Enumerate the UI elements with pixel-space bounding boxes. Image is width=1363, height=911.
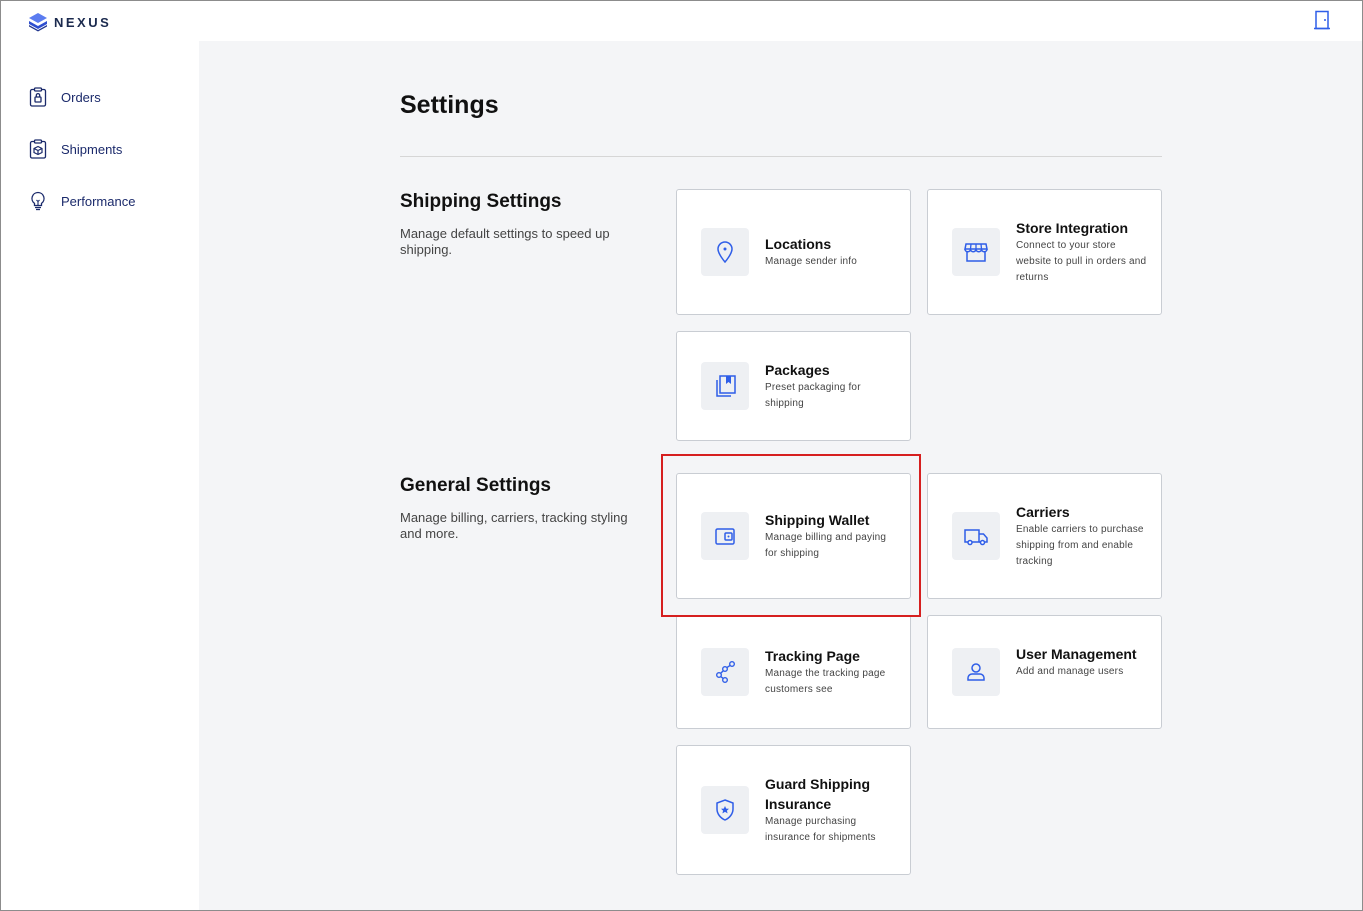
shipping-settings-description: Manage default settings to speed up ship…	[400, 226, 610, 257]
shipping-wallet-icon-box	[701, 512, 749, 560]
user-management-icon-box	[952, 648, 1000, 696]
general-settings-description: Manage billing, carriers, tracking styli…	[400, 510, 628, 541]
clipboard-lock-icon	[29, 87, 47, 107]
carriers-text: Carriers Enable carriers to purchase shi…	[1016, 502, 1151, 570]
store-integration-icon-box	[952, 228, 1000, 276]
card-title: Packages	[765, 362, 830, 378]
sidebar-item-label: Performance	[61, 193, 136, 209]
card-title: Store Integration	[1016, 220, 1129, 236]
card-description: Manage sender info	[765, 256, 857, 267]
card-description: Add and manage users	[1016, 666, 1124, 677]
shipping-settings-title: Shipping Settings	[400, 191, 562, 212]
general-settings-title: General Settings	[400, 475, 551, 496]
packages-text: Packages Preset packaging for shipping	[765, 360, 900, 412]
sidebar-item-orders[interactable]: Orders	[29, 87, 101, 107]
card-title: Tracking Page	[765, 648, 860, 664]
guard-shipping-insurance-icon-box	[701, 786, 749, 834]
storefront-icon	[964, 243, 988, 262]
card-title: Locations	[765, 236, 832, 252]
card-description: Connect to your store website to pull in…	[1016, 240, 1147, 283]
packages-icon	[716, 375, 736, 397]
door-exit-icon	[1314, 10, 1330, 30]
locations-icon-box	[701, 228, 749, 276]
tracking-page-card[interactable]: Tracking Page Manage the tracking page c…	[676, 615, 911, 729]
tracking-page-text: Tracking Page Manage the tracking page c…	[765, 646, 900, 698]
sidebar-item-label: Shipments	[61, 141, 123, 157]
page-title: Settings	[400, 91, 499, 119]
app-window: NEXUS Orders Shipments Performance Setti…	[0, 0, 1363, 911]
guard-shipping-insurance-text: Guard Shipping Insurance Manage purchasi…	[765, 774, 900, 846]
card-title: Shipping Wallet	[765, 512, 870, 528]
shipping-wallet-card[interactable]: Shipping Wallet Manage billing and payin…	[676, 473, 911, 599]
nexus-logo-icon	[29, 13, 47, 32]
truck-icon	[964, 529, 988, 546]
sidebar-item-shipments[interactable]: Shipments	[29, 139, 122, 159]
user-management-text: User Management Add and manage users	[1016, 644, 1146, 680]
share-nodes-icon	[715, 661, 736, 684]
main-content: Settings Shipping Settings Manage defaul…	[199, 41, 1362, 910]
card-description: Manage purchasing insurance for shipment…	[765, 816, 876, 843]
user-management-card[interactable]: User Management Add and manage users	[927, 615, 1162, 729]
store-integration-text: Store Integration Connect to your store …	[1016, 218, 1151, 286]
sidebar-item-performance[interactable]: Performance	[29, 191, 135, 211]
locations-card[interactable]: Locations Manage sender info	[676, 189, 911, 315]
card-description: Enable carriers to purchase shipping fro…	[1016, 524, 1144, 567]
guard-shipping-insurance-card[interactable]: Guard Shipping Insurance Manage purchasi…	[676, 745, 911, 875]
user-icon	[967, 663, 985, 681]
card-title: Guard Shipping Insurance	[765, 776, 870, 812]
card-description: Manage the tracking page customers see	[765, 668, 886, 695]
logo-text: NEXUS	[54, 14, 112, 30]
tracking-page-icon-box	[701, 648, 749, 696]
carriers-icon-box	[952, 512, 1000, 560]
card-title: Carriers	[1016, 504, 1070, 520]
exit-button[interactable]	[1313, 10, 1331, 30]
card-description: Preset packaging for shipping	[765, 382, 861, 409]
logo[interactable]: NEXUS	[28, 12, 111, 32]
shipping-wallet-text: Shipping Wallet Manage billing and payin…	[765, 510, 900, 562]
locations-text: Locations Manage sender info	[765, 234, 900, 270]
divider	[400, 156, 1162, 157]
carriers-card[interactable]: Carriers Enable carriers to purchase shi…	[927, 473, 1162, 599]
packages-card[interactable]: Packages Preset packaging for shipping	[676, 331, 911, 441]
wallet-icon	[715, 528, 735, 545]
card-title: User Management	[1016, 646, 1137, 662]
map-pin-icon	[717, 241, 733, 264]
sidebar: Orders Shipments Performance	[1, 41, 199, 910]
store-integration-card[interactable]: Store Integration Connect to your store …	[927, 189, 1162, 315]
shield-star-icon	[716, 799, 734, 821]
top-bar: NEXUS	[1, 1, 1362, 41]
sidebar-item-label: Orders	[61, 89, 101, 105]
packages-icon-box	[701, 362, 749, 410]
clipboard-box-icon	[29, 139, 47, 159]
lightbulb-icon	[31, 191, 45, 211]
card-description: Manage billing and paying for shipping	[765, 532, 887, 559]
